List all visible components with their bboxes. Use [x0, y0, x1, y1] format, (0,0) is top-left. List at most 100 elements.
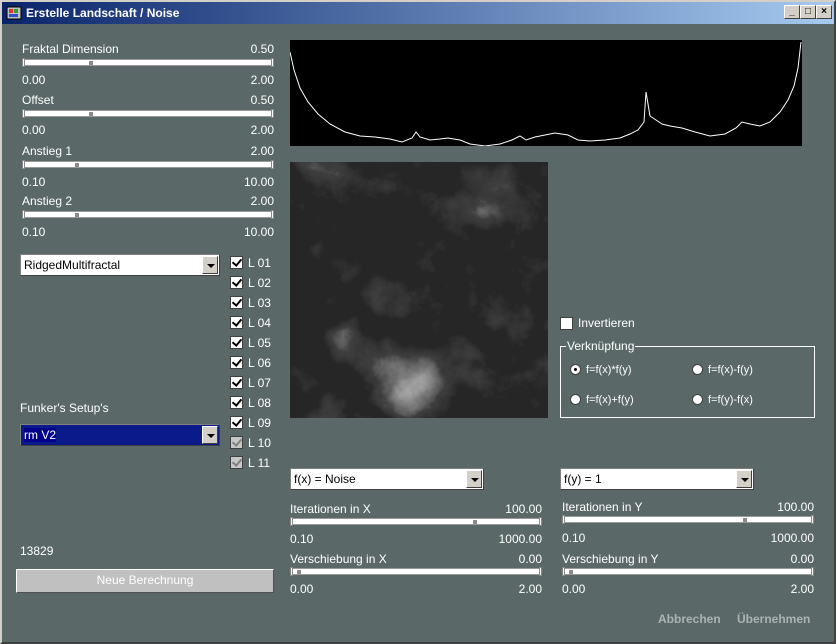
cancel-button[interactable]: Abbrechen	[658, 612, 721, 626]
layer-checkbox[interactable]	[230, 356, 243, 369]
app-icon	[6, 6, 22, 20]
layer-label: L 05	[248, 336, 271, 350]
slider-max: 2.00	[518, 582, 542, 596]
chevron-down-icon[interactable]	[736, 470, 752, 488]
slider-value: 2.00	[250, 144, 274, 158]
slider-min: 0.10	[290, 532, 314, 546]
slider-track[interactable]	[290, 567, 542, 576]
radio-button[interactable]	[692, 394, 703, 405]
slider-thumb[interactable]	[75, 213, 79, 217]
slider-track[interactable]	[22, 58, 274, 67]
layer-label: L 01	[248, 256, 271, 270]
combine-group-label: Verknüpfung	[566, 339, 636, 353]
slider-max: 2.00	[790, 582, 814, 596]
combine-option-label: f=f(x)*f(y)	[586, 364, 632, 376]
slider-value: 100.00	[777, 500, 814, 514]
radio-button[interactable]	[570, 364, 581, 375]
layer-checkbox[interactable]	[230, 336, 243, 349]
layer-label: L 08	[248, 396, 271, 410]
combine-option-label: f=f(y)-f(x)	[708, 394, 753, 406]
fy-select[interactable]: f(y) = 1	[560, 468, 754, 490]
slider-label: Offset	[22, 93, 54, 107]
fx-select[interactable]: f(x) = Noise	[290, 468, 484, 490]
slider-track[interactable]	[290, 517, 542, 526]
layer-checkbox[interactable]	[230, 296, 243, 309]
slider-min: 0.10	[22, 175, 46, 189]
minimize-button[interactable]: _	[784, 5, 800, 19]
combine-option-label: f=f(x)-f(y)	[708, 364, 753, 376]
layer-checkbox	[230, 436, 243, 449]
layer-checkbox[interactable]	[230, 316, 243, 329]
seed-value: 13829	[20, 544, 54, 558]
slider-label: Verschiebung in Y	[562, 552, 659, 566]
slider-track[interactable]	[22, 109, 274, 118]
maximize-button[interactable]: □	[800, 5, 816, 19]
slider-max: 2.00	[250, 123, 274, 137]
layer-checkbox[interactable]	[230, 416, 243, 429]
slider-track[interactable]	[22, 160, 274, 169]
slider-value: 100.00	[505, 502, 542, 516]
slider-thumb[interactable]	[89, 61, 93, 65]
slider-min: 0.00	[562, 582, 586, 596]
apply-button[interactable]: Übernehmen	[737, 612, 810, 626]
fy-value: f(y) = 1	[564, 472, 602, 486]
chevron-down-icon[interactable]	[202, 426, 218, 444]
slider-value: 0.00	[790, 552, 814, 566]
slider-max: 2.00	[250, 73, 274, 87]
slider-label: Fraktal Dimension	[22, 42, 119, 56]
title-bar[interactable]: Erstelle Landschaft / Noise _ □ ×	[2, 2, 834, 24]
invert-label: Invertieren	[578, 316, 635, 330]
slider-thumb[interactable]	[297, 570, 301, 574]
slider-value: 0.50	[250, 42, 274, 56]
slider-label: Iterationen in Y	[562, 500, 643, 514]
profile-graph	[290, 40, 802, 146]
layer-label: L 04	[248, 316, 271, 330]
close-button[interactable]: ×	[816, 5, 832, 19]
layer-label: L 07	[248, 376, 271, 390]
slider-thumb[interactable]	[75, 163, 79, 167]
layer-checkbox[interactable]	[230, 256, 243, 269]
slider-thumb[interactable]	[743, 518, 747, 522]
slider-value: 2.00	[250, 194, 274, 208]
chevron-down-icon[interactable]	[466, 470, 482, 488]
slider-label: Iterationen in X	[290, 502, 371, 516]
recalculate-button[interactable]: Neue Berechnung	[16, 569, 274, 593]
slider-min: 0.10	[562, 531, 586, 545]
slider-thumb[interactable]	[89, 112, 93, 116]
noise-preview	[290, 162, 548, 418]
layer-label: L 09	[248, 416, 271, 430]
slider-thumb[interactable]	[473, 520, 477, 524]
dialog-window: Erstelle Landschaft / Noise _ □ × Frakta…	[0, 0, 836, 644]
layer-checkbox[interactable]	[230, 376, 243, 389]
layer-label: L 11	[248, 456, 271, 470]
layer-label: L 03	[248, 296, 271, 310]
radio-button[interactable]	[692, 364, 703, 375]
invert-checkbox[interactable]	[560, 317, 573, 330]
window-title: Erstelle Landschaft / Noise	[26, 6, 180, 20]
slider-label: Verschiebung in X	[290, 552, 387, 566]
setup-value: rm V2	[24, 428, 57, 442]
layer-label: L 02	[248, 276, 271, 290]
slider-max: 1000.00	[770, 531, 814, 545]
layer-checkbox[interactable]	[230, 396, 243, 409]
slider-track[interactable]	[562, 515, 814, 524]
chevron-down-icon[interactable]	[202, 256, 218, 274]
layer-checkbox	[230, 456, 243, 469]
slider-track[interactable]	[562, 567, 814, 576]
combine-option-label: f=f(x)+f(y)	[586, 394, 634, 406]
radio-button[interactable]	[570, 394, 581, 405]
slider-max: 1000.00	[498, 532, 542, 546]
layer-checkbox[interactable]	[230, 276, 243, 289]
setup-label: Funker's Setup's	[20, 401, 109, 415]
slider-track[interactable]	[22, 210, 274, 219]
slider-min: 0.00	[22, 123, 46, 137]
fx-value: f(x) = Noise	[294, 472, 356, 486]
setup-select[interactable]: rm V2	[20, 424, 220, 446]
slider-max: 10.00	[243, 225, 274, 239]
noise-type-select[interactable]: RidgedMultifractal	[20, 254, 220, 276]
slider-max: 10.00	[243, 175, 274, 189]
slider-min: 0.00	[290, 582, 314, 596]
slider-thumb[interactable]	[569, 570, 573, 574]
slider-value: 0.00	[518, 552, 542, 566]
slider-value: 0.50	[250, 93, 274, 107]
